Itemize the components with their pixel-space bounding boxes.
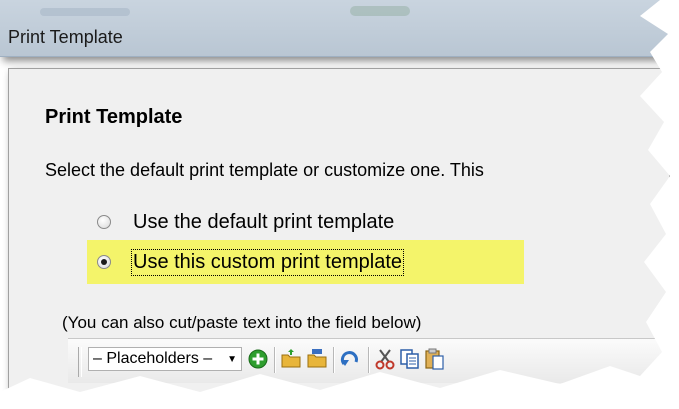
- radio-button-default[interactable]: [97, 215, 111, 229]
- cut-icon[interactable]: [373, 347, 397, 371]
- hint-text: (You can also cut/paste text into the fi…: [62, 313, 422, 332]
- paste-icon[interactable]: [423, 347, 447, 371]
- copy-icon[interactable]: [398, 347, 422, 371]
- title-bar: Print Template: [0, 0, 670, 57]
- radio-option-custom[interactable]: Use this custom print template: [97, 248, 404, 276]
- title-bar-blur-accent: [350, 6, 410, 16]
- screenshot-stage: Print Template Print Template Select the…: [0, 0, 679, 409]
- dialog-window: Print Template Print Template Select the…: [0, 0, 670, 392]
- section-heading: Print Template: [45, 106, 183, 128]
- radio-option-default[interactable]: Use the default print template: [97, 209, 394, 235]
- toolbar-separator: [333, 347, 335, 373]
- add-icon[interactable]: [246, 347, 270, 371]
- undo-icon[interactable]: [339, 347, 363, 371]
- radio-button-custom[interactable]: [97, 255, 111, 269]
- radio-label-default[interactable]: Use the default print template: [133, 211, 394, 234]
- radio-label-custom[interactable]: Use this custom print template: [131, 248, 404, 276]
- title-bar-blur: [40, 8, 130, 16]
- toolbar-separator: [368, 347, 370, 373]
- window-title: Print Template: [8, 27, 123, 47]
- section-description: Select the default print template or cus…: [45, 160, 484, 180]
- chevron-down-icon[interactable]: ▼: [227, 354, 241, 365]
- toolbar-separator: [274, 347, 276, 373]
- editor-toolbar: – Placeholders – ▼: [68, 338, 668, 383]
- placeholders-dropdown-value: – Placeholders –: [93, 350, 213, 367]
- placeholders-dropdown[interactable]: – Placeholders – ▼: [88, 347, 242, 371]
- open-folder-icon[interactable]: [279, 347, 303, 371]
- save-folder-icon[interactable]: [305, 347, 329, 371]
- toolbar-grip[interactable]: [78, 347, 82, 377]
